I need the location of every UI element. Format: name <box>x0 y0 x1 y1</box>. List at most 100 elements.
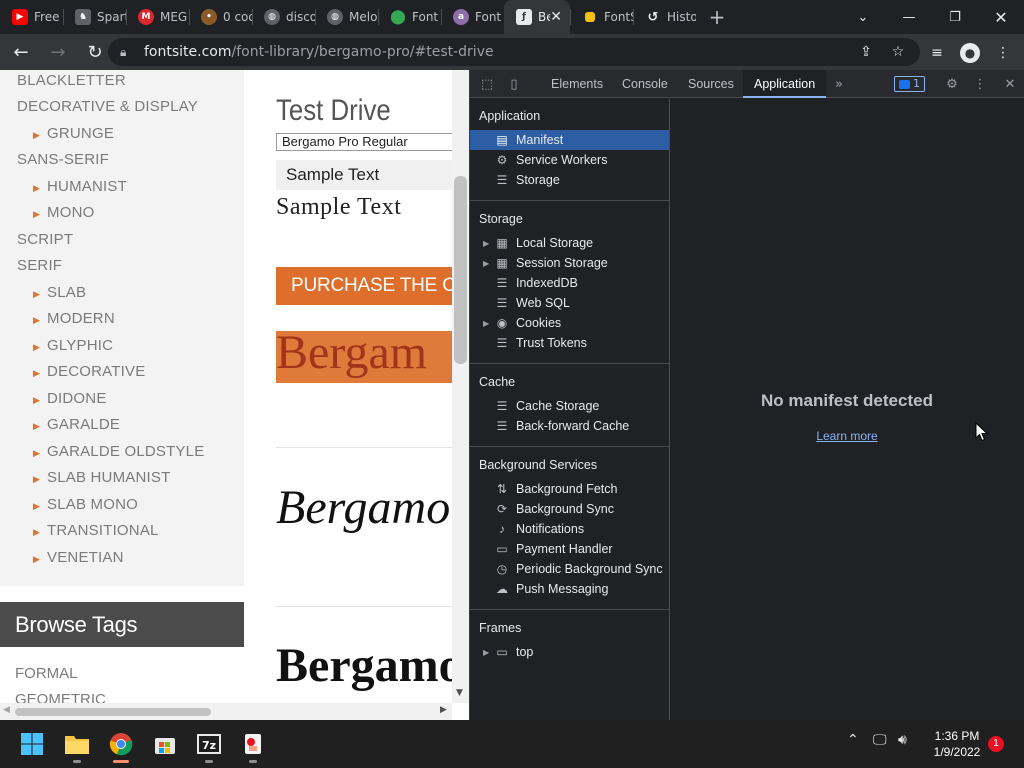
sidebar-item-cache-storage[interactable]: ☰ Cache Storage <box>470 396 669 416</box>
category-link[interactable]: ▶ HUMANIST <box>33 178 127 195</box>
browser-tab[interactable]: ◍ Melo <box>315 0 378 34</box>
browser-tab[interactable]: ⬤ Font <box>378 0 441 34</box>
bookmark-star-icon[interactable]: ☆ <box>889 43 907 61</box>
scrollbar-thumb[interactable] <box>15 708 211 716</box>
microsoft-store-button[interactable] <box>149 728 181 760</box>
sidebar-item-cookies[interactable]: ▶ ◉ Cookies <box>470 313 669 333</box>
browser-tab[interactable]: a Font <box>441 0 504 34</box>
category-link[interactable]: BLACKLETTER <box>17 72 126 89</box>
category-link[interactable]: ▶ MONO <box>33 204 94 221</box>
sidebar-item-local-storage[interactable]: ▶ ▦ Local Storage <box>470 233 669 253</box>
tab-console[interactable]: Console <box>622 70 668 98</box>
category-link[interactable]: SCRIPT <box>17 231 73 248</box>
chrome-button[interactable] <box>105 728 137 763</box>
expand-arrow-icon[interactable]: ▶ <box>483 648 492 657</box>
scrollbar-thumb[interactable] <box>454 176 467 364</box>
category-link[interactable]: ▶ GARALDE <box>33 416 120 433</box>
promo-banner[interactable]: Bergam <box>276 331 452 383</box>
purchase-button[interactable]: PURCHASE THE COM <box>276 267 452 305</box>
category-link[interactable]: SERIF <box>17 257 62 274</box>
horizontal-scrollbar[interactable]: ◀ ▶ <box>0 703 452 720</box>
address-bar[interactable]: 🔒︎ fontsite.com/font-library/bergamo-pro… <box>108 38 920 66</box>
category-link[interactable]: ▶ DIDONE <box>33 390 107 407</box>
browser-tab[interactable]: ▶ Free <box>0 0 63 34</box>
scroll-right-arrow-icon[interactable]: ▶ <box>440 705 447 715</box>
sidebar-item-notifications[interactable]: ♪ Notifications <box>470 519 669 539</box>
network-monitor-icon[interactable]: 🖵︎ <box>873 732 887 748</box>
learn-more-link[interactable]: Learn more <box>670 429 1024 443</box>
browser-tab[interactable]: ♞Spart <box>63 0 126 34</box>
scroll-left-arrow-icon[interactable]: ◀ <box>3 705 10 715</box>
sidebar-item-payment-handler[interactable]: ▭ Payment Handler <box>470 539 669 559</box>
inspect-element-icon[interactable]: ⬚ <box>478 75 496 93</box>
browser-tab[interactable]: ↺ Histo <box>633 0 696 34</box>
7zip-button[interactable]: 7z <box>193 728 225 763</box>
media-queue-icon[interactable]: ≡ <box>926 42 948 64</box>
more-tabs-icon[interactable]: » <box>830 75 848 93</box>
close-window-button[interactable]: ✕ <box>978 0 1024 34</box>
category-link[interactable]: SANS-SERIF <box>17 151 109 168</box>
sidebar-item-periodic-background-sync[interactable]: ◷ Periodic Background Sync <box>470 559 669 579</box>
sidebar-item-background-fetch[interactable]: ⇅ Background Fetch <box>470 479 669 499</box>
forward-button[interactable]: → <box>42 36 74 68</box>
expand-arrow-icon[interactable]: ▶ <box>483 319 492 328</box>
file-explorer-button[interactable] <box>61 728 93 763</box>
restore-button[interactable]: ❐ <box>932 0 978 34</box>
issues-badge[interactable]: 1 <box>894 76 925 92</box>
tab-application[interactable]: Application <box>743 70 827 98</box>
category-link[interactable]: ▶ SLAB <box>33 284 86 301</box>
browser-tab[interactable]: M MEG <box>126 0 189 34</box>
menu-kebab-icon[interactable]: ⋮ <box>992 42 1014 64</box>
start-button[interactable] <box>16 728 48 760</box>
browser-tab[interactable]: ◍ disco <box>252 0 315 34</box>
expand-arrow-icon[interactable]: ▶ <box>483 259 492 268</box>
category-link[interactable]: ▶ SLAB MONO <box>33 496 138 513</box>
reload-button[interactable]: ↻ <box>79 36 111 68</box>
vertical-scrollbar[interactable]: ▼ <box>452 70 469 703</box>
device-toolbar-icon[interactable]: ▯ <box>505 75 523 93</box>
new-tab-button[interactable]: + <box>702 0 732 34</box>
sidebar-item-web-sql[interactable]: ☰ Web SQL <box>470 293 669 313</box>
lock-icon[interactable]: 🔒︎ <box>120 45 134 60</box>
sidebar-item-trust-tokens[interactable]: ☰ Trust Tokens <box>470 333 669 353</box>
paint-app-button[interactable] <box>237 728 269 763</box>
settings-gear-icon[interactable]: ⚙ <box>943 75 961 93</box>
browser-tab[interactable]: •0 coo <box>189 0 252 34</box>
category-link[interactable]: ▶ VENETIAN <box>33 549 124 566</box>
expand-arrow-icon[interactable]: ▶ <box>483 239 492 248</box>
share-icon[interactable]: ⇪ <box>857 43 875 61</box>
category-link[interactable]: DECORATIVE & DISPLAY <box>17 98 198 115</box>
font-style-select[interactable]: Bergamo Pro Regular <box>276 133 452 151</box>
category-link[interactable]: ▶ SLAB HUMANIST <box>33 469 170 486</box>
sidebar-item-service-workers[interactable]: ⚙ Service Workers <box>470 150 669 170</box>
category-link[interactable]: ▶ GLYPHIC <box>33 337 113 354</box>
minimize-button[interactable]: — <box>886 0 932 34</box>
show-hidden-icons-chevron-icon[interactable]: ⌃ <box>847 732 859 748</box>
sidebar-item-manifest[interactable]: ▤ Manifest <box>470 130 669 150</box>
profile-avatar-icon[interactable]: ● <box>960 43 980 63</box>
category-link[interactable]: ▶ TRANSITIONAL <box>33 522 159 539</box>
notification-count-badge[interactable]: 1 <box>988 736 1004 752</box>
tab-sources[interactable]: Sources <box>688 70 734 98</box>
sidebar-item-background-sync[interactable]: ⟳ Background Sync <box>470 499 669 519</box>
category-link[interactable]: ▶ DECORATIVE <box>33 363 145 380</box>
tab-search-icon[interactable]: ⌄ <box>840 0 886 34</box>
close-tab-icon[interactable]: ✕ <box>550 9 562 25</box>
sample-text-input[interactable]: Sample Text <box>276 160 452 190</box>
browser-tab[interactable]: FontS <box>570 0 633 34</box>
sidebar-item-frame-top[interactable]: ▶ ▭ top <box>470 642 669 662</box>
category-link[interactable]: ▶ GRUNGE <box>33 125 114 142</box>
sidebar-item-indexeddb[interactable]: ☰ IndexedDB <box>470 273 669 293</box>
close-devtools-icon[interactable]: ✕ <box>1001 75 1019 93</box>
sidebar-item-push-messaging[interactable]: ☁ Push Messaging <box>470 579 669 599</box>
back-button[interactable]: ← <box>5 36 37 68</box>
volume-speaker-icon[interactable]: 🔊︎ <box>898 732 907 748</box>
browser-tab-active[interactable]: ƒ Be ✕ <box>504 0 570 34</box>
tag-link[interactable]: FORMAL <box>15 665 78 682</box>
tab-elements[interactable]: Elements <box>551 70 603 98</box>
category-link[interactable]: ▶ GARALDE OLDSTYLE <box>33 443 204 460</box>
devtools-menu-icon[interactable]: ⋮ <box>971 75 989 93</box>
sidebar-item-storage[interactable]: ☰ Storage <box>470 170 669 190</box>
scroll-down-arrow-icon[interactable]: ▼ <box>456 688 463 698</box>
system-clock[interactable]: 1:36 PM 1/9/2022 <box>920 728 994 760</box>
